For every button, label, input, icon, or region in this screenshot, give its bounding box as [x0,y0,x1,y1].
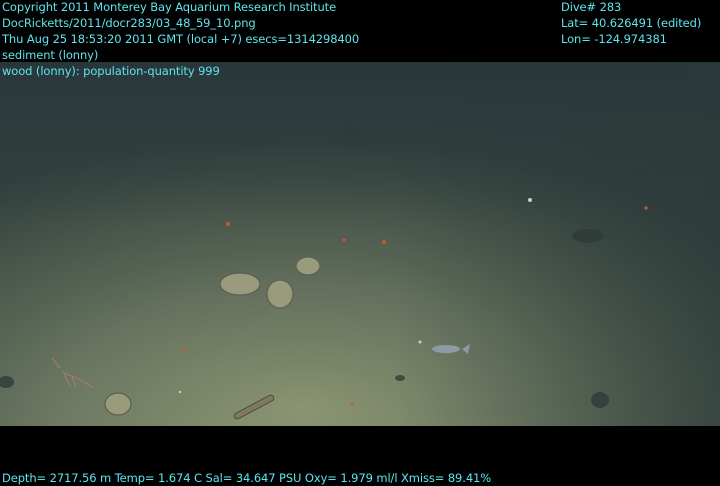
image-path-line: DocRicketts/2011/docr283/03_48_59_10.png [2,16,256,30]
overlay-right-text: Dive# 283 Lat= 40.626491 (edited) Lon= -… [561,0,701,47]
copyright-line: Copyright 2011 Monterey Bay Aquarium Res… [2,0,337,14]
sensor-readout: Depth= 2717.56 m Temp= 1.674 C Sal= 34.6… [2,470,491,486]
longitude: Lon= -124.974381 [561,32,667,46]
video-frame: Copyright 2011 Monterey Bay Aquarium Res… [0,0,720,486]
seafloor-image [0,62,720,426]
latitude: Lat= 40.626491 (edited) [561,16,702,30]
timestamp-line: Thu Aug 25 18:53:20 2011 GMT (local +7) … [2,32,360,46]
annotation-sediment: sediment (lonny) [2,48,99,62]
annotation-wood: wood (lonny): population-quantity 999 [2,64,220,78]
sensor-readout-line: Depth= 2717.56 m Temp= 1.674 C Sal= 34.6… [2,471,492,485]
overlay-left-text: Copyright 2011 Monterey Bay Aquarium Res… [2,0,359,79]
dive-number: Dive# 283 [561,0,622,14]
